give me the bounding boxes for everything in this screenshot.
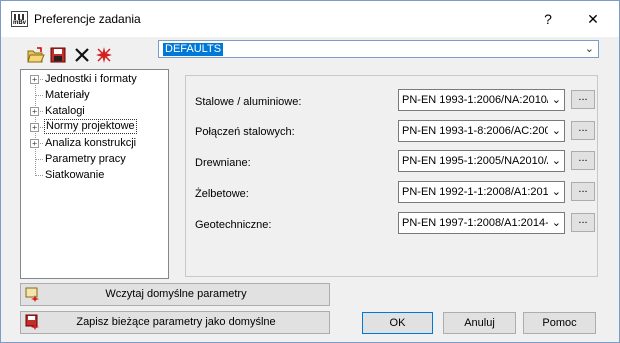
- timber-code-browse-button[interactable]: ...: [571, 151, 595, 170]
- help-button[interactable]: Pomoc: [523, 312, 596, 334]
- concrete-code-select[interactable]: PN-EN 1992-1-1:2008/A1:2015 ⌄: [398, 181, 565, 203]
- chevron-down-icon: ⌄: [551, 217, 561, 229]
- chevron-down-icon: ⌄: [551, 125, 561, 137]
- category-tree[interactable]: + Jednostki i formaty Materiały + Katalo…: [20, 69, 169, 279]
- title-bar: mBv Preferencje zadania ? ✕: [1, 1, 619, 37]
- load-defaults-label: Wczytaj domyślne parametry: [105, 288, 247, 300]
- delete-icon[interactable]: [73, 46, 91, 64]
- help-title-button[interactable]: ?: [533, 9, 563, 29]
- geotechnical-code-select[interactable]: PN-EN 1997-1:2008/A1:2014-05 ⌄: [398, 212, 565, 234]
- preferences-dialog: mBv Preferencje zadania ? ✕ DEFAULTS ⌄ +…: [0, 0, 620, 343]
- cancel-button[interactable]: Anuluj: [443, 312, 516, 334]
- load-defaults-button[interactable]: Wczytaj domyślne parametry: [20, 283, 330, 306]
- reset-star-icon[interactable]: [95, 46, 113, 64]
- steel-code-browse-button[interactable]: ...: [571, 90, 595, 109]
- app-icon: mBv: [11, 11, 28, 27]
- chevron-down-icon: ⌄: [584, 43, 594, 55]
- steel-code-label: Stalowe / aluminiowe:: [195, 96, 302, 108]
- geotechnical-code-browse-button[interactable]: ...: [571, 213, 595, 232]
- save-defaults-button[interactable]: Zapisz bieżące parametry jako domyślne: [20, 311, 330, 334]
- concrete-code-label: Żelbetowe:: [195, 188, 249, 200]
- connections-code-browse-button[interactable]: ...: [571, 121, 595, 140]
- timber-code-select[interactable]: PN-EN 1995-1:2005/NA2010/A1:2008 ⌄: [398, 150, 565, 172]
- chevron-down-icon: ⌄: [551, 94, 561, 106]
- ok-button[interactable]: OK: [362, 312, 433, 334]
- close-button[interactable]: ✕: [578, 9, 608, 29]
- concrete-code-browse-button[interactable]: ...: [571, 182, 595, 201]
- chevron-down-icon: ⌄: [551, 186, 561, 198]
- save-icon[interactable]: [49, 46, 67, 64]
- profile-select[interactable]: DEFAULTS ⌄: [158, 40, 599, 58]
- open-folder-icon[interactable]: [27, 46, 45, 64]
- dialog-body: DEFAULTS ⌄ + Jednostki i formaty Materia…: [1, 37, 619, 342]
- geotechnical-code-label: Geotechniczne:: [195, 219, 272, 231]
- dialog-title: Preferencje zadania: [34, 12, 141, 26]
- profile-value: DEFAULTS: [163, 43, 224, 56]
- connections-code-select[interactable]: PN-EN 1993-1-8:2006/AC:2009 ⌄: [398, 120, 565, 142]
- timber-code-label: Drewniane:: [195, 157, 251, 169]
- connections-code-label: Połączeń stalowych:: [195, 126, 295, 138]
- chevron-down-icon: ⌄: [551, 155, 561, 167]
- save-defaults-label: Zapisz bieżące parametry jako domyślne: [76, 316, 276, 328]
- steel-code-select[interactable]: PN-EN 1993-1:2006/NA:2010/AC:2009 ⌄: [398, 89, 565, 111]
